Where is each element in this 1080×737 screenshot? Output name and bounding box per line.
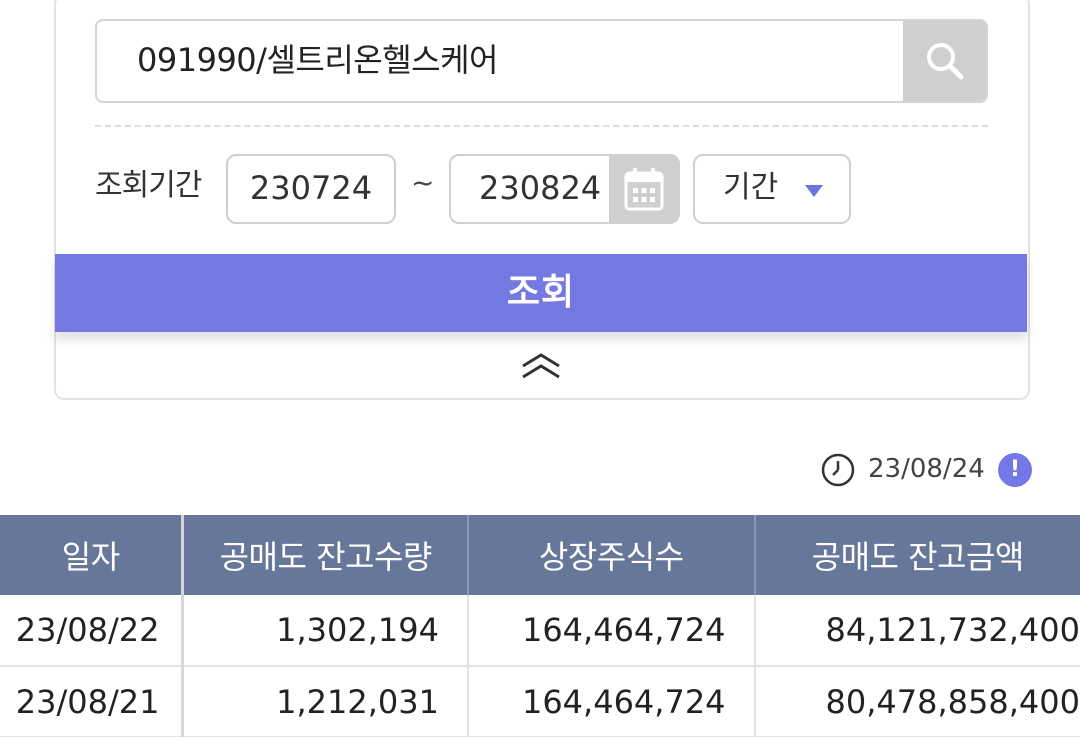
info-icon[interactable]: ! [998,453,1032,487]
calendar-button[interactable] [609,156,678,222]
period-label: 조회기간 [95,168,202,203]
date-separator: ~ [411,166,435,199]
timestamp-text: 23/08/24 [868,454,985,484]
chevron-double-up-icon [522,353,560,379]
timestamp-row: 23/08/24 ! [820,450,1040,490]
row-short-quantity: 1,302,194 [182,595,469,667]
column-header-short-quantity: 공매도 잔고수량 [182,515,469,595]
table-row: 23/08/21 1,212,031 164,464,724 80,478,85… [0,666,1080,737]
row-date: 23/08/22 [0,595,185,667]
table-header-row: 일자 공매도 잔고수량 상장주식수 공매도 잔고금액 [0,515,1080,595]
search-input[interactable]: 091990/셀트리온헬스케어 [137,21,498,101]
row-listed-shares: 164,464,724 [467,595,756,667]
row-listed-shares: 164,464,724 [467,666,756,737]
clock-icon [821,453,855,487]
row-short-amount: 80,478,858,400 [754,666,1080,737]
short-balance-table: 일자 공매도 잔고수량 상장주식수 공매도 잔고금액 23/08/22 1,30… [0,515,1080,737]
search-button[interactable] [903,21,986,101]
search-icon [926,43,963,80]
period-select-value: 기간 [723,170,779,205]
period-select[interactable]: 기간 [693,154,851,224]
divider [95,125,988,127]
end-date-value[interactable]: 230824 [479,156,601,222]
start-date-value[interactable]: 230724 [228,156,394,222]
caret-down-icon [805,185,823,197]
column-header-short-amount: 공매도 잔고금액 [754,515,1080,595]
column-header-listed-shares: 상장주식수 [467,515,756,595]
end-date-field[interactable]: 230824 [449,154,680,224]
stock-search-field[interactable]: 091990/셀트리온헬스케어 [95,19,988,103]
calendar-icon [624,168,663,211]
row-date: 23/08/21 [0,666,185,737]
collapse-button[interactable] [515,348,567,384]
row-short-quantity: 1,212,031 [182,666,469,737]
table-row: 23/08/22 1,302,194 164,464,724 84,121,73… [0,595,1080,667]
query-button[interactable]: 조회 [55,254,1027,332]
start-date-field[interactable]: 230724 [226,154,396,224]
row-short-amount: 84,121,732,400 [754,595,1080,667]
column-header-date: 일자 [0,515,185,595]
